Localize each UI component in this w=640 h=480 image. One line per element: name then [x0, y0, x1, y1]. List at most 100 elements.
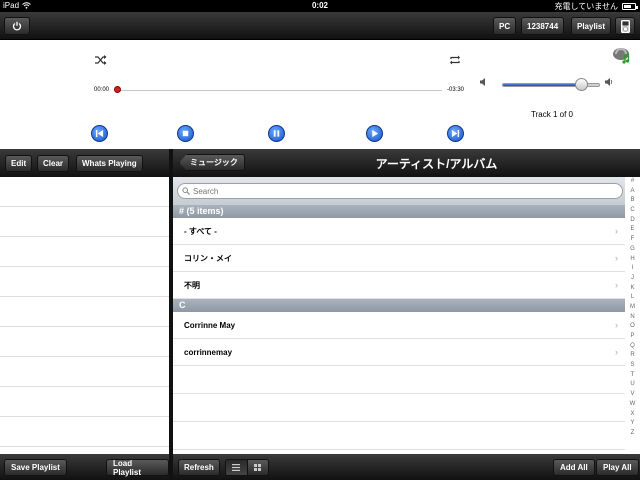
page-title: アーティスト/アルバム [375, 157, 498, 171]
list-item[interactable]: corrinnemay › [173, 339, 625, 366]
library-id-button[interactable]: 1238744 [521, 17, 565, 35]
clear-button[interactable]: Clear [37, 155, 70, 172]
grid-view-button[interactable] [247, 460, 268, 475]
list-item-label: 不明 [184, 280, 200, 290]
edit-button[interactable]: Edit [5, 155, 33, 172]
index-letter[interactable]: O [625, 322, 640, 332]
index-letter[interactable]: V [625, 390, 640, 400]
index-letter[interactable]: X [625, 410, 640, 420]
index-letter[interactable]: J [625, 274, 640, 284]
queue-empty-row [0, 207, 169, 237]
index-letter[interactable]: B [625, 196, 640, 206]
list-item[interactable]: - すべて - › [173, 218, 625, 245]
track-info: Track 1 of 0 [531, 110, 573, 119]
index-letter[interactable]: M [625, 303, 640, 313]
playback-progress-knob[interactable] [114, 86, 121, 93]
list-view-button[interactable] [226, 460, 248, 475]
skip-forward-icon [451, 129, 460, 138]
pause-button[interactable] [268, 125, 285, 142]
stop-button[interactable] [177, 125, 194, 142]
playlist-button[interactable]: Playlist [571, 17, 612, 35]
pause-icon [273, 130, 280, 137]
playback-progress-track[interactable] [116, 90, 442, 91]
index-letter[interactable]: T [625, 371, 640, 381]
list-view-icon [232, 464, 241, 471]
play-icon [372, 129, 379, 138]
queue-pane: Edit Clear Whats Playing Save Playlist L… [0, 149, 169, 480]
queue-empty-row [0, 327, 169, 357]
repeat-icon[interactable] [449, 54, 461, 68]
index-letter[interactable]: I [625, 264, 640, 274]
search-input[interactable] [193, 186, 613, 196]
load-playlist-button[interactable]: Load Playlist [106, 459, 169, 477]
volume-knob[interactable] [575, 78, 588, 91]
index-letter[interactable]: Q [625, 342, 640, 352]
search-box[interactable] [177, 183, 623, 199]
play-button[interactable] [366, 125, 383, 142]
queue-empty-row [0, 357, 169, 387]
index-letter[interactable]: Z [625, 429, 640, 439]
status-time: 0:02 [311, 1, 328, 10]
index-letter[interactable]: S [625, 361, 640, 371]
queue-empty-row [0, 417, 169, 447]
list-item[interactable]: Corrinne May › [173, 312, 625, 339]
chevron-right-icon: › [615, 347, 618, 357]
index-letter[interactable]: W [625, 400, 640, 410]
queue-empty-row [0, 237, 169, 267]
index-letter[interactable]: N [625, 313, 640, 323]
add-all-button[interactable]: Add All [553, 459, 595, 476]
queue-empty-row [0, 297, 169, 327]
index-letter[interactable]: L [625, 293, 640, 303]
skip-forward-button[interactable] [447, 125, 464, 142]
chevron-right-icon: › [615, 280, 618, 290]
search-icon [182, 187, 190, 195]
index-letter[interactable]: C [625, 206, 640, 216]
top-toolbar: PC 1238744 Playlist [0, 12, 640, 40]
charge-status: 充電していません [554, 2, 618, 11]
section-index-bar[interactable]: # A B C D E F G H I J K L M N O P Q R S T U V W X Y Z [625, 177, 640, 454]
index-letter[interactable]: K [625, 284, 640, 294]
index-letter[interactable]: G [625, 245, 640, 255]
app-logo-icon [613, 48, 630, 64]
shuffle-icon[interactable] [95, 54, 107, 68]
pc-button[interactable]: PC [493, 17, 517, 35]
queue-empty-row [0, 267, 169, 297]
whats-playing-button[interactable]: Whats Playing [76, 155, 143, 172]
index-letter[interactable]: A [625, 187, 640, 197]
index-letter[interactable]: E [625, 225, 640, 235]
list-item[interactable]: 不明 › [173, 272, 625, 299]
skip-back-button[interactable] [91, 125, 108, 142]
list-item-label: Corrinne May [184, 320, 236, 330]
save-playlist-button[interactable]: Save Playlist [4, 459, 67, 476]
ipod-button[interactable] [615, 17, 635, 35]
index-letter[interactable]: U [625, 380, 640, 390]
play-all-button[interactable]: Play All [596, 459, 639, 476]
queue-empty-row [0, 387, 169, 417]
artist-album-list: # (5 items) - すべて - › コリン・メイ › 不明 › C Co… [173, 205, 625, 454]
view-mode-segmented-control[interactable] [225, 459, 269, 476]
search-bar [173, 177, 625, 205]
queue-toolbar: Edit Clear Whats Playing [0, 149, 169, 177]
library-bottom-toolbar: Refresh Add All Play All [173, 454, 640, 480]
index-letter[interactable]: Y [625, 419, 640, 429]
list-item-label: corrinnemay [184, 347, 233, 357]
power-button[interactable] [4, 17, 30, 35]
back-button[interactable]: ミュージック [179, 154, 245, 171]
list-item-label: コリン・メイ [184, 253, 232, 263]
index-letter[interactable]: P [625, 332, 640, 342]
time-remaining: -03:30 [447, 87, 465, 93]
grid-view-icon [254, 464, 262, 471]
chevron-right-icon: › [615, 253, 618, 263]
index-letter[interactable]: D [625, 216, 640, 226]
index-letter[interactable]: R [625, 351, 640, 361]
index-letter[interactable]: # [625, 177, 640, 187]
battery-icon [622, 3, 638, 10]
time-elapsed: 00:00 [94, 87, 110, 93]
index-letter[interactable]: F [625, 235, 640, 245]
refresh-button[interactable]: Refresh [178, 459, 220, 476]
index-letter[interactable]: H [625, 255, 640, 265]
chevron-right-icon: › [615, 320, 618, 330]
list-item[interactable]: コリン・メイ › [173, 245, 625, 272]
list-item-label: - すべて - [184, 226, 217, 236]
empty-row [173, 394, 625, 422]
